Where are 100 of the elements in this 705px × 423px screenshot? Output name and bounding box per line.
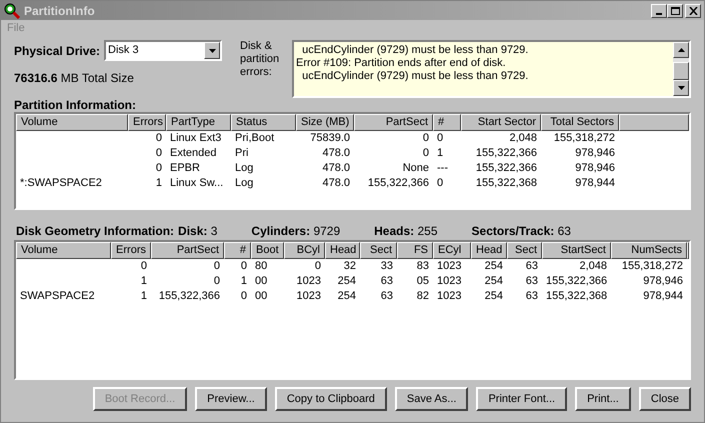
table-cell: 63 (380, 275, 393, 287)
table-cell: 1 (140, 290, 147, 302)
table-cell: Log (235, 177, 254, 189)
column-header[interactable]: Head (471, 242, 507, 259)
action-button[interactable]: Preview... (195, 387, 267, 411)
column-header[interactable]: ECyl (433, 242, 471, 259)
action-button[interactable]: Close (638, 387, 691, 411)
down-arrow-icon (678, 86, 684, 90)
column-header[interactable]: Volume (16, 114, 128, 131)
table-cell: 2,048 (579, 260, 607, 272)
table-cell: Linux Sw... (170, 177, 224, 189)
table-cell: 1023 (437, 275, 462, 287)
error-line: ucEndCylinder (9729) must be less than 9729. (301, 44, 530, 57)
table-cell: 1 (240, 275, 247, 287)
drive-dropdown[interactable]: Disk 3 (104, 40, 222, 61)
table-cell: 155,318,272 (622, 260, 683, 272)
table-cell: 83 (416, 260, 429, 272)
table-cell: 63 (526, 260, 538, 272)
action-button[interactable]: Copy to Clipboard (274, 387, 387, 411)
table-cell: 978,946 (575, 162, 615, 174)
table-cell: 0 (214, 275, 220, 287)
table-cell: 155,322,368 (546, 290, 608, 302)
table-cell: 0 (214, 260, 220, 272)
table-cell: 254 (484, 260, 503, 272)
column-header[interactable]: PartType (166, 114, 231, 131)
column-header[interactable]: Start Sector (461, 114, 541, 131)
table-cell: 155,318,272 (554, 132, 615, 144)
table-cell: 254 (338, 275, 356, 287)
action-button[interactable]: Printer Font... (476, 387, 568, 411)
table-cell: 478.0 (322, 162, 350, 174)
table-cell: 00 (255, 275, 268, 287)
table-cell: 155,322,366 (476, 162, 537, 174)
error-line: ucEndCylinder (9729) must be less than 9729. (301, 70, 530, 83)
column-header[interactable]: NumSects (611, 242, 687, 259)
table-cell: 00 (255, 290, 268, 302)
geometry-field: Sectors/Track: 63 (472, 222, 571, 240)
table-cell: 254 (484, 275, 503, 287)
column-header[interactable]: FS (397, 242, 433, 259)
table-cell: 155,322,366 (546, 275, 608, 287)
table-cell: 0 (437, 177, 444, 189)
table-cell: 0 (156, 162, 162, 174)
dropdown-arrow-icon (208, 48, 216, 52)
table-cell: 155,322,368 (476, 177, 537, 189)
table-cell: *:SWAPSPACE2 (20, 177, 102, 189)
table-cell: 32 (344, 260, 356, 272)
minimize-button[interactable] (651, 4, 667, 18)
geometry-field: Heads: 255 (374, 222, 438, 240)
minimize-icon (656, 12, 662, 14)
column-header[interactable]: Status (231, 114, 296, 131)
table-cell: 0 (156, 132, 162, 144)
column-header[interactable]: PartSect (151, 242, 224, 259)
table-cell: 978,944 (575, 177, 615, 189)
table-cell: 63 (380, 290, 393, 302)
action-button[interactable]: Save As... (394, 387, 468, 411)
table-cell: Pri (235, 147, 248, 159)
table-cell: Linux Ext3 (170, 132, 222, 144)
column-header[interactable]: Volume (16, 242, 111, 259)
column-header[interactable]: Sect (360, 242, 397, 259)
window-title: PartitionInfo (24, 2, 95, 20)
column-header[interactable]: BCyl (284, 242, 325, 259)
table-cell: 0 (314, 260, 321, 272)
action-button[interactable]: Print... (575, 387, 631, 411)
column-header[interactable]: Size (MB) (296, 114, 354, 131)
table-cell: 478.0 (322, 147, 350, 159)
table-cell: 155,322,366 (368, 177, 429, 189)
column-header[interactable]: Head (325, 242, 360, 259)
drive-label: Physical Drive: (14, 42, 100, 60)
close-icon (688, 6, 698, 14)
scrollbar[interactable] (673, 42, 689, 96)
table-cell: SWAPSPACE2 (20, 290, 95, 302)
column-header[interactable]: Errors (128, 114, 166, 131)
table-cell: 155,322,366 (476, 147, 537, 159)
column-header[interactable]: # (433, 114, 461, 131)
total-size-text: 76316.6 MB Total Size (14, 70, 135, 87)
table-cell: 0 (140, 260, 147, 272)
geometry-field: Cylinders: 9729 (251, 222, 340, 240)
table-cell: 478.0 (322, 177, 350, 189)
close-button[interactable] (685, 4, 701, 18)
table-cell: 1 (140, 275, 147, 287)
table-cell: 0 (422, 147, 429, 159)
column-header[interactable]: # (224, 242, 251, 259)
column-header[interactable]: Sect (507, 242, 542, 259)
magnifier-icon (4, 2, 20, 18)
table-cell: Extended (170, 147, 216, 159)
table-cell: 63 (526, 275, 538, 287)
table-cell: 978,944 (643, 290, 683, 302)
column-header[interactable]: Total Sectors (541, 114, 619, 131)
column-header[interactable]: Boot (251, 242, 284, 259)
maximize-button[interactable] (667, 4, 683, 18)
column-header[interactable]: Errors (111, 242, 151, 259)
table-cell: 05 (416, 275, 429, 287)
up-arrow-icon (678, 48, 684, 52)
column-header[interactable]: StartSect (542, 242, 611, 259)
table-cell: 0 (156, 147, 162, 159)
table-cell: 1023 (437, 260, 462, 272)
table-cell: 63 (526, 290, 538, 302)
column-header[interactable]: PartSect (354, 114, 433, 131)
table-cell: 0 (240, 290, 247, 302)
table-cell: 0 (240, 260, 247, 272)
table-cell: 1023 (437, 290, 462, 302)
